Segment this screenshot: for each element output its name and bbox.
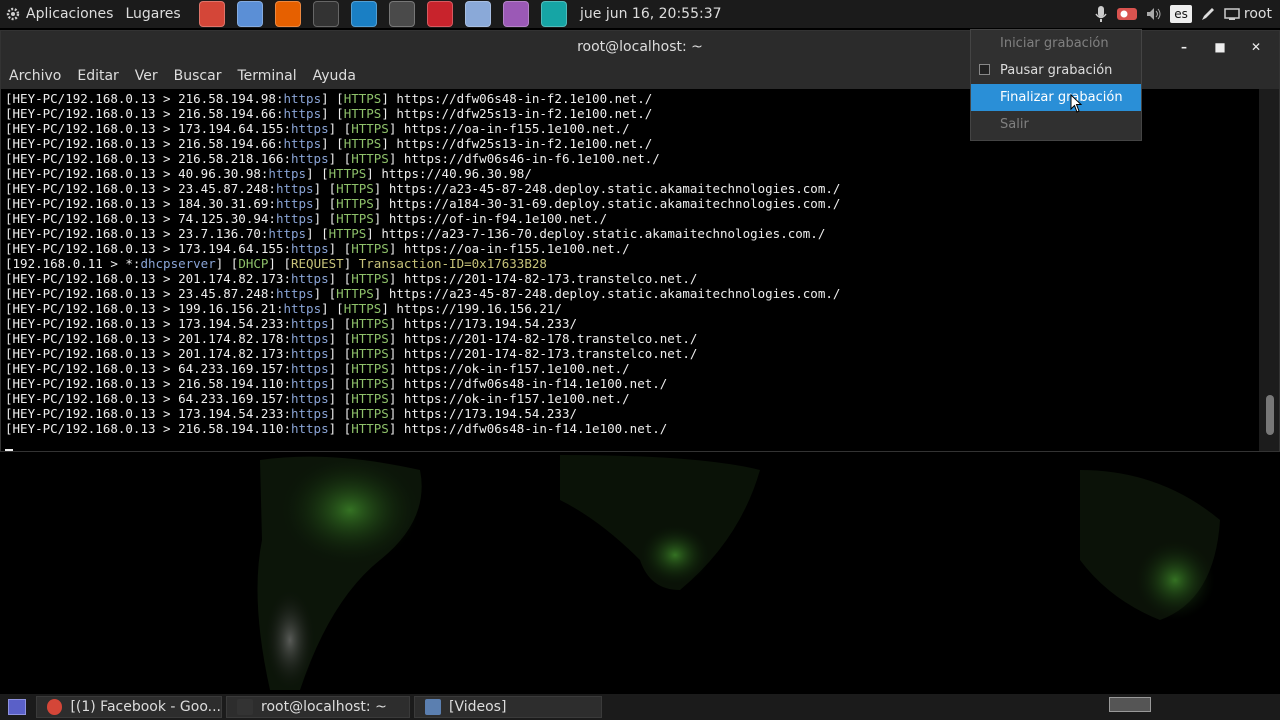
- menu-item-label: Iniciar grabación: [1000, 36, 1109, 51]
- player-icon[interactable]: [464, 1, 491, 27]
- maximize-button[interactable]: ■: [1207, 31, 1233, 63]
- language-indicator[interactable]: es: [1170, 5, 1192, 23]
- taskbar-item-label: root@localhost: ~: [261, 699, 387, 715]
- close-button[interactable]: ✕: [1243, 31, 1269, 63]
- terminal-line: [HEY-PC/192.168.0.13 > 64.233.169.157:ht…: [5, 391, 630, 406]
- sublime-icon[interactable]: [388, 1, 415, 27]
- menu-item-salir: Salir: [971, 111, 1141, 138]
- taskbar-item-label: [Videos]: [449, 699, 507, 715]
- window-controls: – ■ ✕: [1161, 31, 1269, 63]
- recording-menu: Iniciar grabación Pausar grabación Finaliz…: [970, 29, 1142, 141]
- terminal-line: [HEY-PC/192.168.0.13 > 74.125.30.94:http…: [5, 211, 608, 226]
- terminal-line: [HEY-PC/192.168.0.13 > 216.58.194.110:ht…: [5, 376, 668, 391]
- folder-icon: [425, 699, 441, 715]
- menu-item-label: Salir: [1000, 117, 1029, 132]
- menu-item-pausar-grabaci-n[interactable]: Pausar grabación: [971, 57, 1141, 84]
- network-icon[interactable]: [1224, 7, 1240, 21]
- menu-item-label: Pausar grabación: [1000, 63, 1113, 78]
- terminal-line: [HEY-PC/192.168.0.13 > 173.194.54.233:ht…: [5, 316, 577, 331]
- checkbox-icon[interactable]: [979, 64, 990, 75]
- terminal-line: [192.168.0.11 > *:dhcpserver] [DHCP] [RE…: [5, 256, 547, 271]
- taskbar-item[interactable]: [Videos]: [414, 696, 602, 718]
- menu-editar[interactable]: Editar: [69, 68, 126, 84]
- scrollbar-thumb[interactable]: [1266, 395, 1274, 435]
- terminal-line: [HEY-PC/192.168.0.13 > 23.45.87.248:http…: [5, 286, 841, 301]
- launcher-bar: [193, 1, 573, 27]
- terminal-line: [HEY-PC/192.168.0.13 > 40.96.30.98:https…: [5, 166, 532, 181]
- terminal-icon: [237, 699, 253, 715]
- mouse-pointer-icon: [1070, 94, 1083, 113]
- chrome-icon: [47, 699, 63, 715]
- tool-icon[interactable]: [426, 1, 453, 27]
- terminal-line: [HEY-PC/192.168.0.13 > 173.194.64.155:ht…: [5, 241, 630, 256]
- taskbar-item[interactable]: root@localhost: ~: [226, 696, 410, 718]
- clock[interactable]: jue jun 16, 20:55:37: [580, 0, 722, 28]
- bottom-taskbar: [(1) Facebook - Goo... root@localhost: ~ […: [0, 694, 1280, 720]
- terminal-line: [HEY-PC/192.168.0.13 > 23.7.136.70:https…: [5, 226, 826, 241]
- terminal-line: [HEY-PC/192.168.0.13 > 216.58.194.110:ht…: [5, 421, 668, 436]
- screenshot-icon[interactable]: [502, 1, 529, 27]
- user-menu[interactable]: root: [1244, 6, 1272, 22]
- terminal-output[interactable]: [HEY-PC/192.168.0.13 > 216.58.194.98:htt…: [1, 89, 1259, 451]
- terminal-line: [HEY-PC/192.168.0.13 > 64.233.169.157:ht…: [5, 361, 630, 376]
- terminal-line: [HEY-PC/192.168.0.13 > 201.174.82.173:ht…: [5, 271, 698, 286]
- menu-ayuda[interactable]: Ayuda: [305, 68, 364, 84]
- terminal-line: [HEY-PC/192.168.0.13 > 201.174.82.173:ht…: [5, 346, 698, 361]
- firefox-icon[interactable]: [274, 1, 301, 27]
- places-label: Lugares: [125, 6, 181, 22]
- volume-icon[interactable]: [1146, 7, 1162, 21]
- menu-item-iniciar-grabaci-n: Iniciar grabación: [971, 30, 1141, 57]
- taskbar-item-label: [(1) Facebook - Goo...: [70, 699, 221, 715]
- terminal-scrollbar[interactable]: [1259, 89, 1279, 451]
- menu-terminal[interactable]: Terminal: [229, 68, 304, 84]
- top-panel: Aplicaciones Lugares jue jun 16, 20:55:3…: [0, 0, 1280, 28]
- wireshark-icon[interactable]: [350, 1, 377, 27]
- gear-icon: [6, 7, 20, 21]
- taskbar-item[interactable]: [(1) Facebook - Goo...: [36, 696, 222, 718]
- record-icon[interactable]: [1116, 6, 1138, 22]
- terminal-line: [HEY-PC/192.168.0.13 > 201.174.82.178:ht…: [5, 331, 698, 346]
- text-cursor: [5, 449, 13, 451]
- prompt-line: [5, 436, 1259, 451]
- applications-label: Aplicaciones: [26, 6, 114, 22]
- applications-menu[interactable]: Aplicaciones: [0, 0, 119, 28]
- minimize-button[interactable]: –: [1171, 31, 1197, 63]
- monitor-icon[interactable]: [540, 1, 567, 27]
- pen-icon[interactable]: [1200, 6, 1216, 22]
- terminal-icon[interactable]: [312, 1, 339, 27]
- terminal-line: [HEY-PC/192.168.0.13 > 199.16.156.21:htt…: [5, 301, 562, 316]
- menu-buscar[interactable]: Buscar: [166, 68, 230, 84]
- microphone-icon[interactable]: [1094, 5, 1108, 23]
- workspace-switcher[interactable]: [1109, 697, 1151, 712]
- menu-archivo[interactable]: Archivo: [1, 68, 69, 84]
- terminal-line: [HEY-PC/192.168.0.13 > 173.194.54.233:ht…: [5, 406, 577, 421]
- menu-item-finalizar-grabaci-n[interactable]: Finalizar grabación: [971, 84, 1141, 111]
- menu-item-label: Finalizar grabación: [1000, 90, 1123, 105]
- terminal-line: [HEY-PC/192.168.0.13 > 184.30.31.69:http…: [5, 196, 841, 211]
- places-menu[interactable]: Lugares: [119, 0, 186, 28]
- chromium-icon[interactable]: [236, 1, 263, 27]
- system-tray: es root: [1090, 0, 1280, 28]
- window-title: root@localhost: ~: [577, 39, 703, 55]
- show-desktop-button[interactable]: [8, 699, 26, 715]
- terminal-line: [HEY-PC/192.168.0.13 > 216.58.218.166:ht…: [5, 151, 660, 166]
- terminal-line: [HEY-PC/192.168.0.13 > 23.45.87.248:http…: [5, 181, 841, 196]
- menu-ver[interactable]: Ver: [127, 68, 166, 84]
- chrome-icon[interactable]: [198, 1, 225, 27]
